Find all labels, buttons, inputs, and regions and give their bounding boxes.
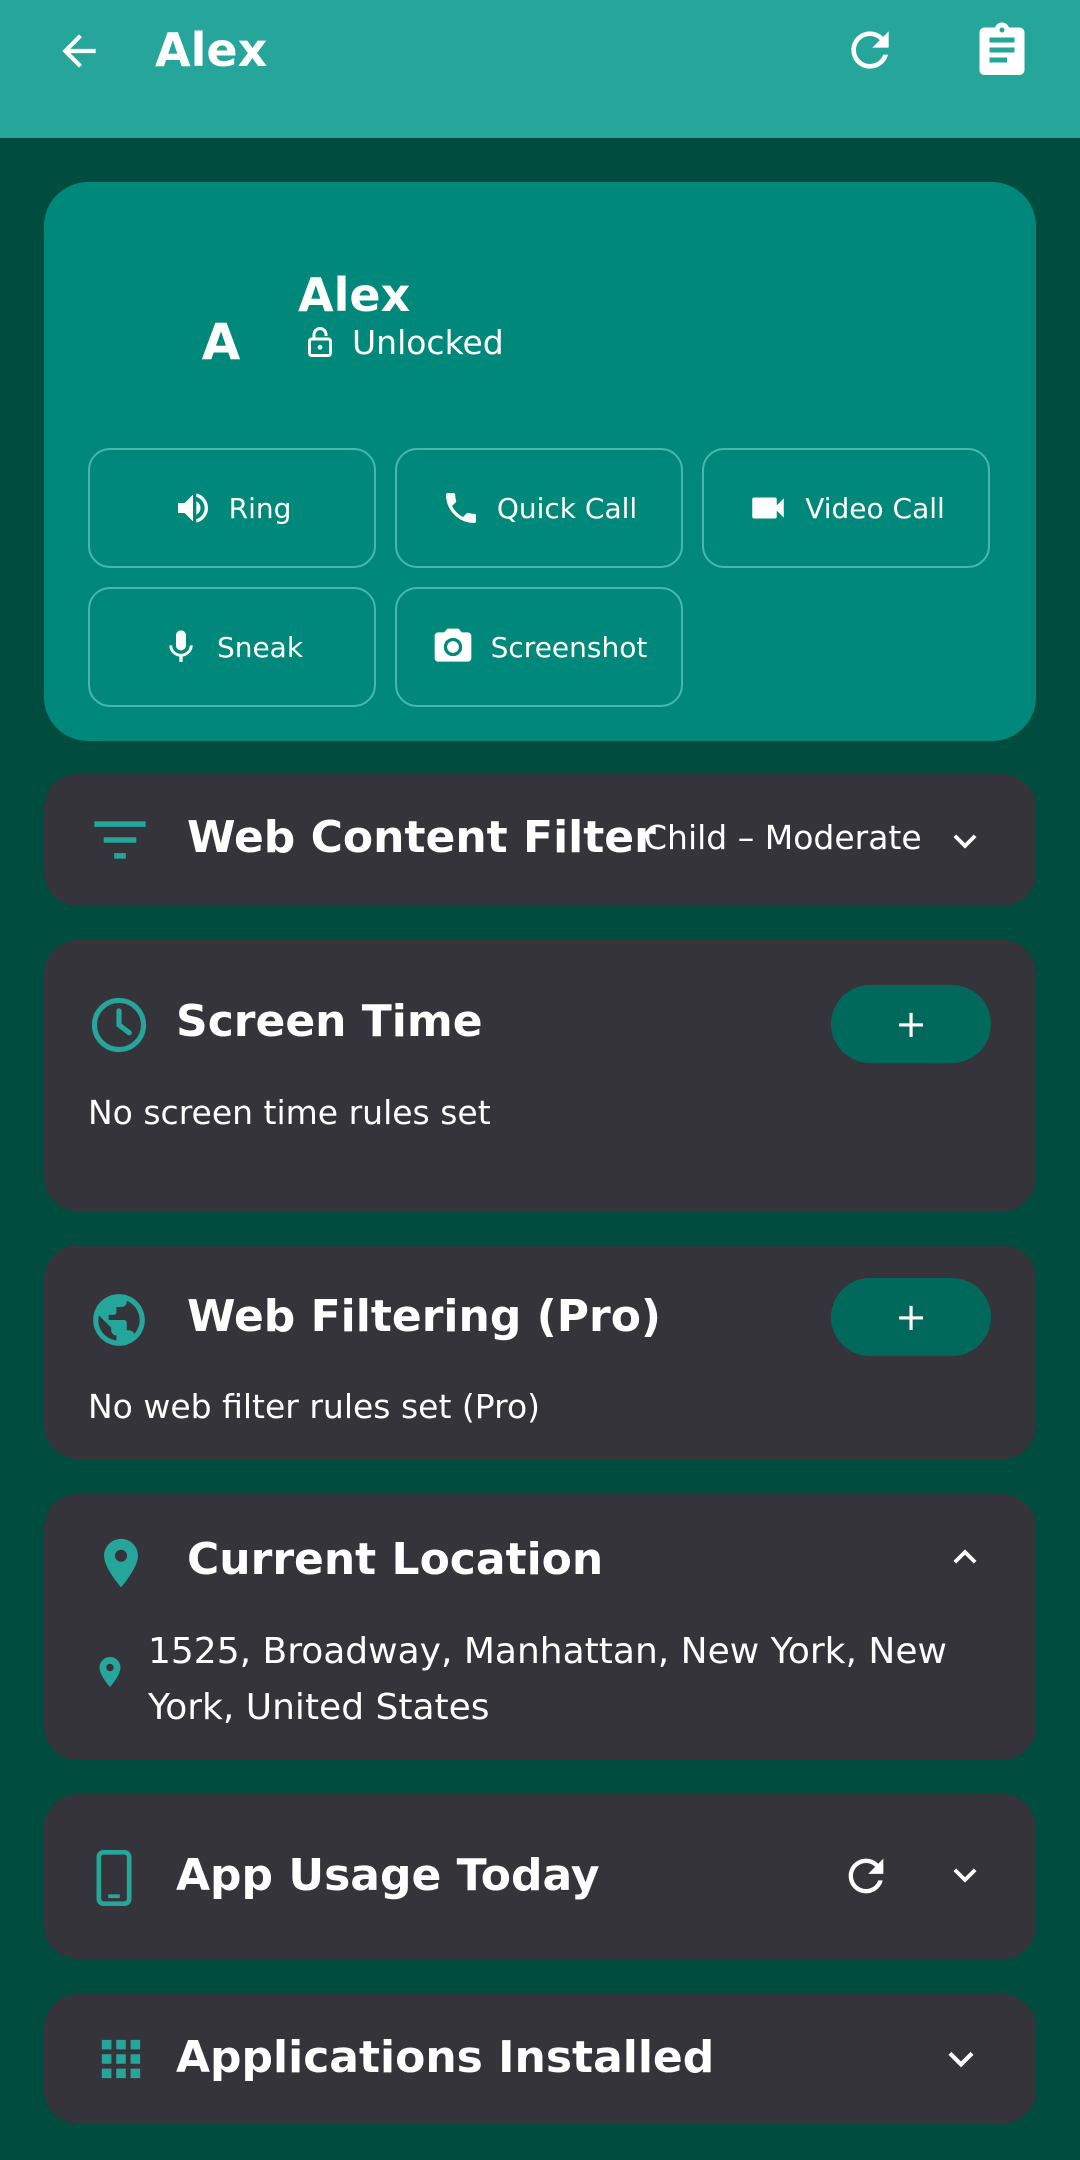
chevron-down-icon [953, 834, 977, 849]
arrow-back-icon [62, 34, 96, 68]
web-content-filter-card[interactable]: Web Content Filter Child – Moderate [44, 774, 1036, 906]
location-address: 1525, Broadway, Manhattan, New York, New… [148, 1624, 947, 1736]
sneak-label: Sneak [216, 630, 304, 664]
refresh-button[interactable] [838, 18, 902, 82]
location-pin-icon [104, 1538, 138, 1588]
screen-time-card: Screen Time + No screen time rules set [44, 940, 1036, 1211]
video-call-label: Video Call [805, 491, 945, 525]
quick-call-label: Quick Call [496, 491, 638, 525]
back-button[interactable] [52, 24, 106, 78]
app-bar: Alex [0, 0, 1080, 138]
avatar: A [201, 313, 241, 371]
refresh-icon [851, 31, 889, 69]
add-web-filter-label: + [895, 1295, 927, 1339]
globe-icon [93, 1294, 145, 1346]
ring-label: Ring [228, 491, 292, 525]
video-camera-icon [752, 497, 784, 519]
clipboard-icon [979, 22, 1025, 75]
lock-status-label: Unlocked [352, 322, 504, 362]
camera-icon [434, 628, 471, 662]
profile-card: A Alex Unlocked Ring Quick Call Video Ca… [44, 182, 1036, 741]
screenshot-label: Screenshot [490, 630, 648, 664]
video-call-button[interactable]: Video Call [702, 448, 990, 568]
web-filtering-card: Web Filtering (Pro) + No web filter rule… [44, 1245, 1036, 1459]
phone-icon [445, 493, 476, 523]
ring-button[interactable]: Ring [88, 448, 376, 568]
lock-status: Unlocked [302, 322, 504, 362]
chevron-down-icon[interactable] [942, 1852, 988, 1898]
apps-grid-icon [101, 2039, 141, 2079]
address-line-2: York, United States [148, 1687, 490, 1728]
quick-call-button[interactable]: Quick Call [395, 448, 683, 568]
screen-time-empty: No screen time rules set [88, 1093, 491, 1132]
lock-open-icon [308, 327, 332, 357]
sneak-button[interactable]: Sneak [88, 587, 376, 707]
filter-icon [94, 821, 146, 859]
microphone-icon [169, 630, 193, 662]
phone-device-icon [96, 1850, 132, 1906]
web-content-filter-title: Web Content Filter [187, 812, 656, 863]
applications-installed-card[interactable]: Applications Installed [44, 1994, 1036, 2124]
app-usage-title: App Usage Today [176, 1850, 600, 1901]
current-location-card: Current Location 1525, Broadway, Manhatt… [44, 1494, 1036, 1760]
app-usage-card[interactable]: App Usage Today [44, 1794, 1036, 1959]
refresh-usage-icon[interactable] [840, 1850, 892, 1902]
add-screen-time-label: + [895, 1002, 927, 1046]
volume-icon [177, 493, 208, 523]
page-title: Alex [155, 23, 268, 77]
current-location-title: Current Location [187, 1534, 604, 1585]
chevron-up-icon[interactable] [942, 1534, 988, 1580]
profile-name: Alex [298, 268, 411, 322]
add-web-filter-button[interactable]: + [831, 1278, 991, 1356]
web-filtering-title: Web Filtering (Pro) [187, 1291, 662, 1342]
web-filtering-empty: No web filter rules set (Pro) [88, 1387, 541, 1426]
applications-installed-title: Applications Installed [176, 2032, 715, 2083]
clock-icon [91, 997, 147, 1053]
add-screen-time-button[interactable]: + [831, 985, 991, 1063]
screenshot-button[interactable]: Screenshot [395, 587, 683, 707]
chevron-down-icon[interactable] [936, 2034, 986, 2084]
address-pin-icon [99, 1657, 121, 1687]
screen-time-title: Screen Time [176, 996, 483, 1047]
clipboard-button[interactable] [970, 18, 1034, 82]
address-line-1: 1525, Broadway, Manhattan, New York, New [148, 1631, 947, 1672]
web-content-filter-value: Child – Moderate [644, 818, 922, 857]
